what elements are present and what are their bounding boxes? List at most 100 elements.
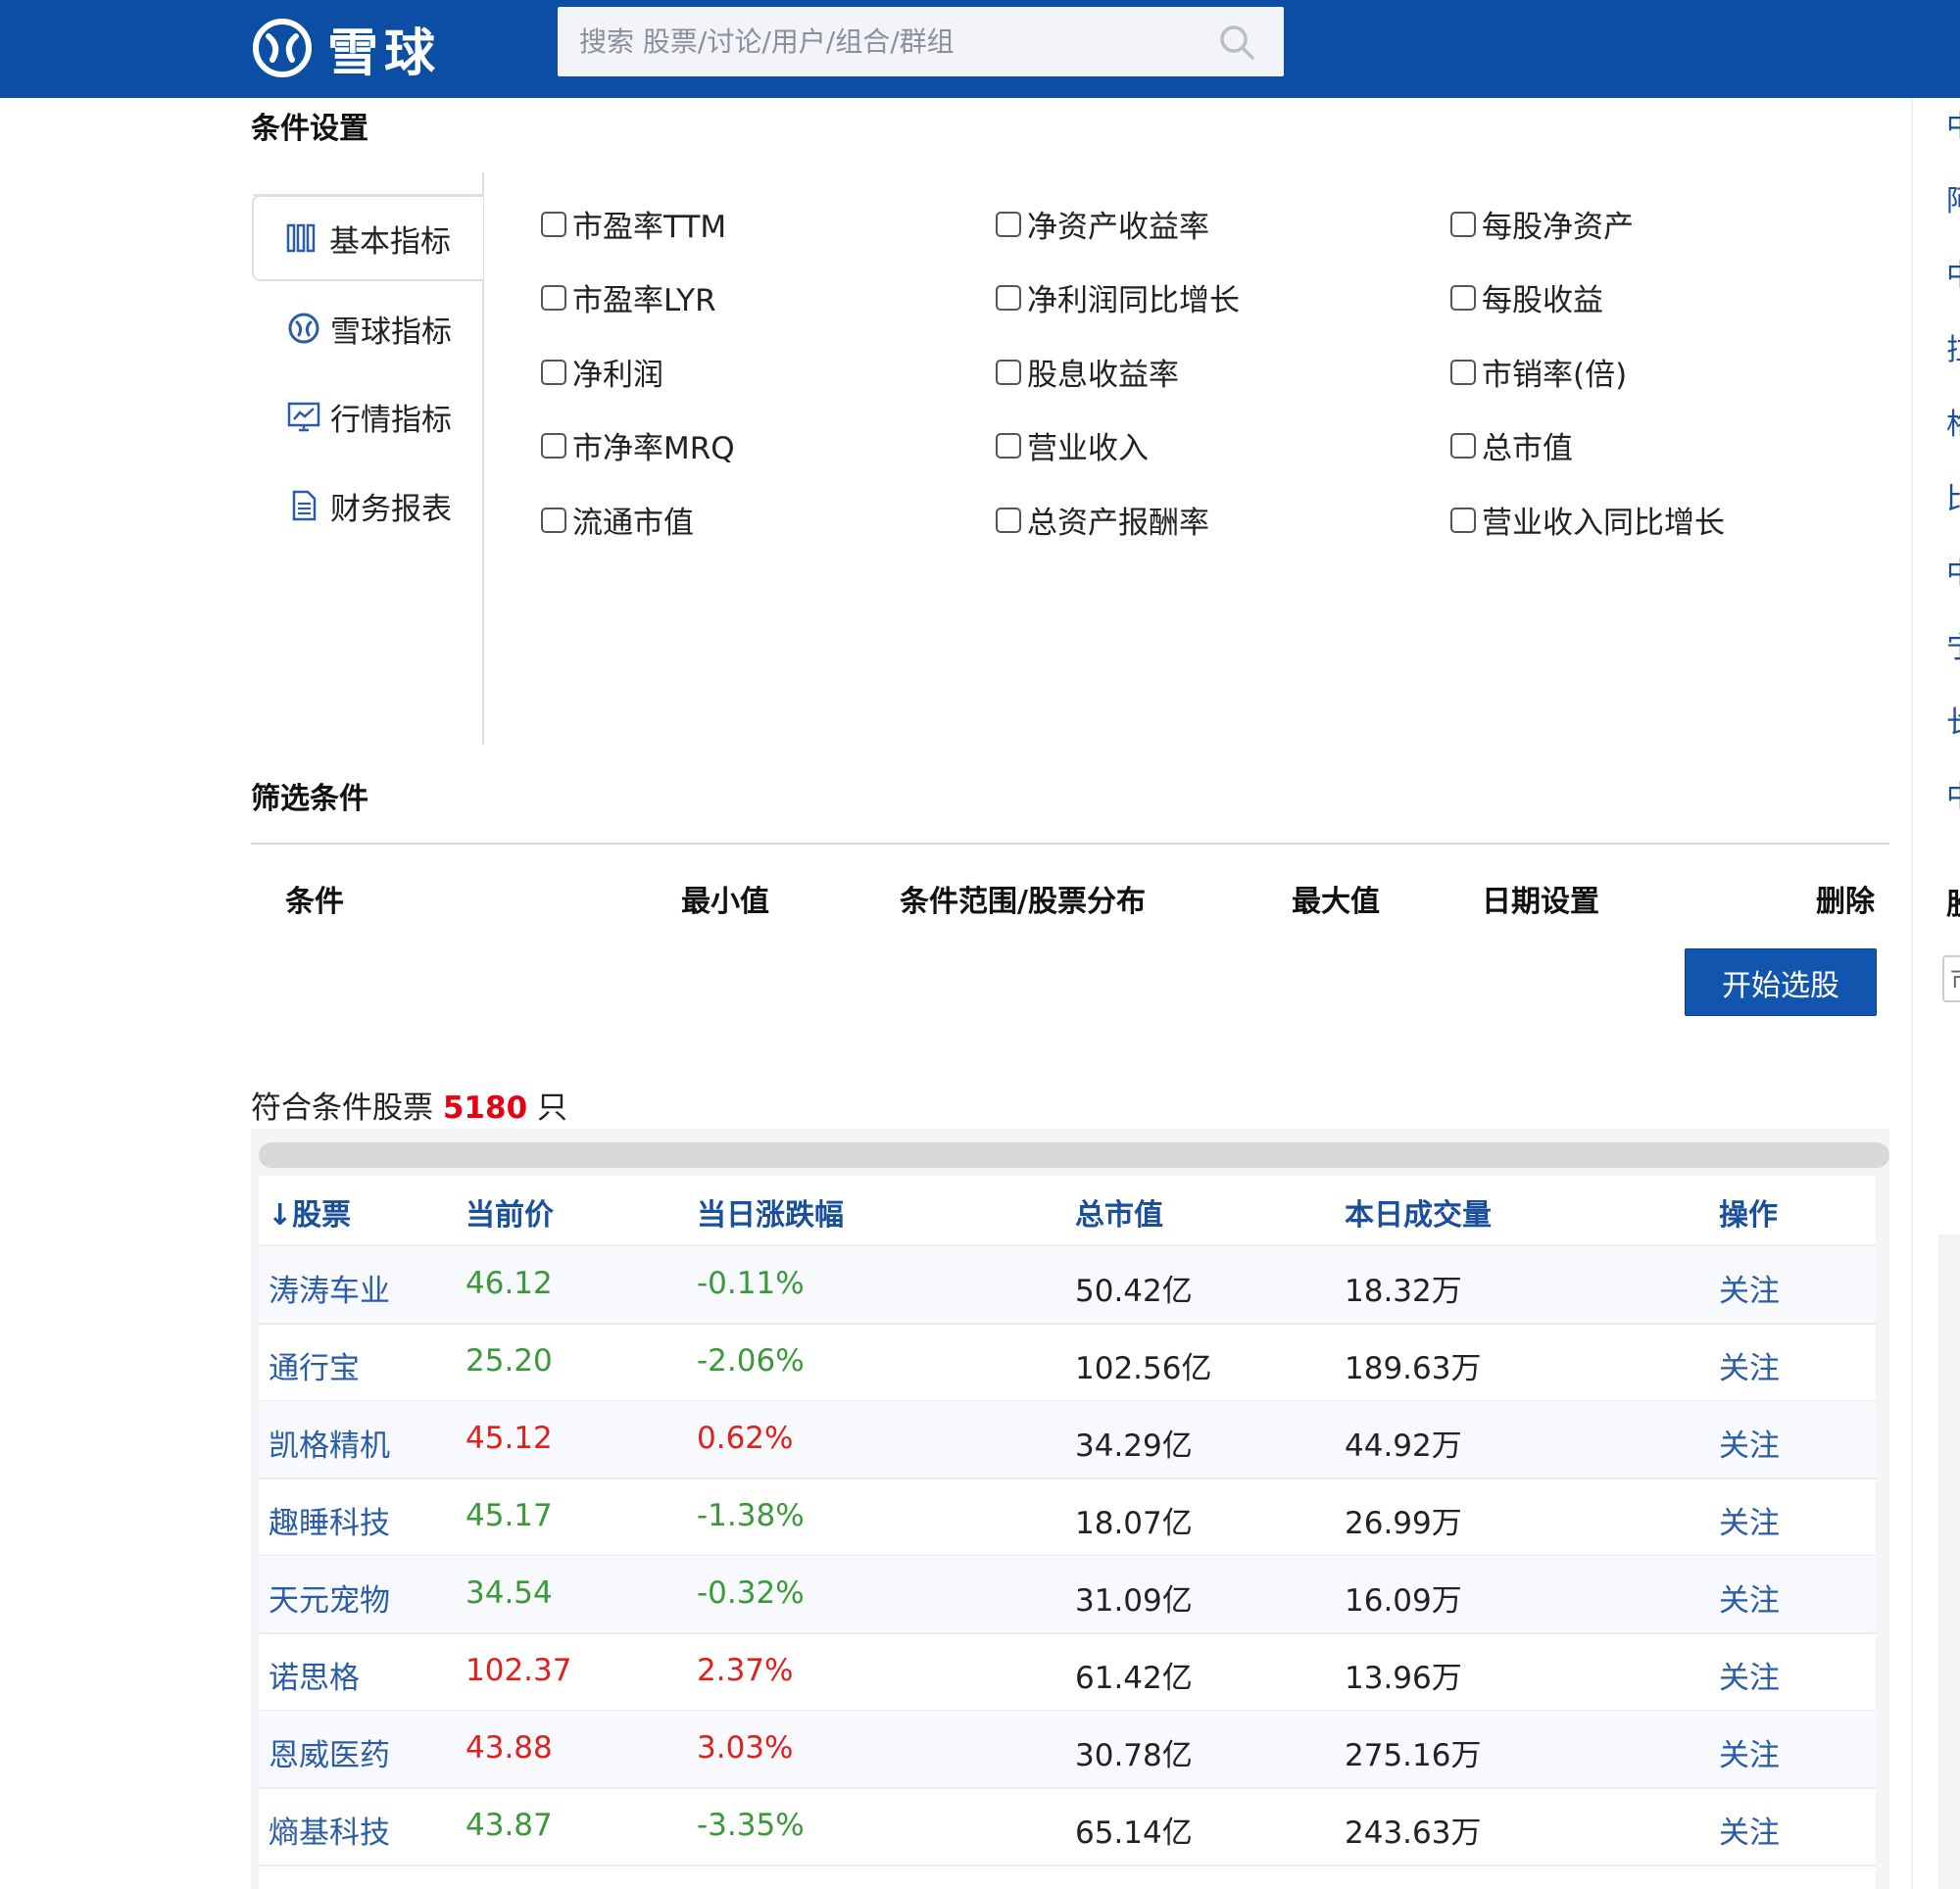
checkbox[interactable] [1450, 432, 1476, 459]
stock-name-link[interactable]: 通行宝 [269, 1343, 360, 1387]
tab-market-indicators[interactable]: 行情指标 [255, 374, 484, 459]
right-sidebar-link[interactable]: 中 [1946, 251, 1960, 294]
stock-volume: 26.99万 [1345, 1506, 1462, 1541]
checkbox[interactable] [541, 359, 566, 385]
stock-market-cap: 30.78亿 [1075, 1738, 1193, 1773]
follow-link[interactable]: 关注 [1719, 1808, 1780, 1852]
right-sidebar-link[interactable]: 比 [1946, 474, 1960, 517]
stock-volume: 18.32万 [1345, 1274, 1462, 1309]
condition-settings-title: 条件设置 [251, 112, 368, 146]
table-row: 天元宠物 34.54 -0.32% 31.09亿 16.09万 关注 [259, 1556, 1876, 1634]
follow-link[interactable]: 关注 [1719, 1343, 1780, 1387]
checkbox[interactable] [996, 432, 1021, 459]
indicator-checkbox-total-market-cap[interactable]: 总市值 [1450, 423, 1573, 467]
follow-link[interactable]: 关注 [1719, 1498, 1780, 1542]
stock-change: 2.37% [697, 1653, 794, 1688]
indicator-checkbox-roe[interactable]: 净资产收益率 [996, 202, 1209, 246]
search-icon[interactable] [1217, 23, 1256, 62]
tab-snowball-indicators[interactable]: 雪球指标 [255, 286, 484, 370]
checkbox[interactable] [1450, 211, 1476, 237]
indicator-checkbox-dividend-yield[interactable]: 股息收益率 [996, 350, 1179, 394]
indicator-checkbox-ps-ratio[interactable]: 市销率(倍) [1450, 350, 1627, 394]
follow-link[interactable]: 关注 [1719, 1653, 1780, 1697]
right-sidebar-link[interactable]: 宁 [1946, 623, 1960, 666]
indicator-checkbox-pb-mrq[interactable]: 市净率MRQ [541, 423, 735, 467]
right-sidebar-link[interactable]: 中 [1946, 772, 1960, 815]
horizontal-scrollbar[interactable] [259, 1142, 1889, 1168]
checkbox[interactable] [996, 507, 1021, 533]
start-screening-button[interactable]: 开始选股 [1685, 948, 1877, 1016]
checkbox[interactable] [541, 432, 566, 459]
table-row: 恩威医药 43.88 3.03% 30.78亿 275.16万 关注 [259, 1711, 1876, 1789]
follow-link[interactable]: 关注 [1719, 1266, 1780, 1310]
right-sidebar-link[interactable]: 格 [1946, 400, 1960, 443]
stock-volume: 44.92万 [1345, 1429, 1462, 1464]
indicator-checkbox-revenue[interactable]: 营业收入 [996, 423, 1149, 467]
search-box[interactable] [558, 7, 1284, 76]
indicator-checkbox-net-profit[interactable]: 净利润 [541, 350, 663, 394]
checkbox[interactable] [996, 359, 1021, 385]
stock-name-link[interactable]: 恩威医药 [269, 1730, 390, 1774]
stock-name-link[interactable]: 涛涛车业 [269, 1266, 390, 1310]
col-header-change[interactable]: 当日涨跌幅 [697, 1190, 844, 1234]
right-sidebar-heading: 股 [1946, 880, 1960, 923]
right-sidebar-link[interactable]: 阿 [1946, 176, 1960, 219]
stock-name-link[interactable]: 天元宠物 [269, 1575, 390, 1620]
col-header-action: 操作 [1719, 1198, 1778, 1233]
indicator-checkbox-revenue-yoy[interactable]: 营业收入同比增长 [1450, 498, 1725, 542]
checkbox[interactable] [996, 211, 1021, 237]
tab-label: 财务报表 [330, 491, 452, 527]
follow-link[interactable]: 关注 [1719, 1575, 1780, 1620]
right-sidebar-link[interactable]: 中 [1946, 102, 1960, 145]
stock-name-link[interactable]: 熵基科技 [269, 1808, 390, 1852]
site-logo[interactable]: 雪球 [251, 14, 441, 83]
tab-basic-indicators[interactable]: 基本指标 [252, 195, 483, 281]
col-header-stock[interactable]: ↓股票 [268, 1190, 351, 1234]
indicator-checkbox-pe-lyr[interactable]: 市盈率LYR [541, 275, 716, 319]
right-sidebar-link[interactable]: 长 [1946, 698, 1960, 741]
indicator-checkbox-net-profit-yoy[interactable]: 净利润同比增长 [996, 275, 1240, 319]
checkbox[interactable] [541, 507, 566, 533]
checkbox[interactable] [541, 284, 566, 311]
indicator-checkbox-pe-ttm[interactable]: 市盈率TTM [541, 202, 726, 246]
search-input[interactable] [558, 7, 1204, 76]
follow-link[interactable]: 关注 [1719, 1730, 1780, 1774]
table-row: 诺思格 102.37 2.37% 61.42亿 13.96万 关注 [259, 1633, 1876, 1712]
stock-price: 43.88 [466, 1730, 553, 1766]
tab-financial-reports[interactable]: 财务报表 [255, 463, 484, 548]
right-sidebar-link[interactable]: 中 [1946, 549, 1960, 592]
col-header-price[interactable]: 当前价 [466, 1190, 554, 1234]
indicator-checkbox-eps[interactable]: 每股收益 [1450, 275, 1603, 319]
stock-volume: 275.16万 [1345, 1738, 1482, 1773]
right-sidebar-card [1938, 1235, 1960, 1889]
table-row: 熵基科技 43.87 -3.35% 65.14亿 243.63万 关注 [259, 1788, 1876, 1866]
bar-grid-icon [286, 223, 316, 253]
stock-change: -0.11% [697, 1266, 805, 1301]
right-sidebar-link[interactable]: 拉 [1946, 325, 1960, 368]
indicator-checkbox-bvps[interactable]: 每股净资产 [1450, 202, 1634, 246]
result-count: 5180 [442, 1090, 528, 1126]
right-sidebar-divider [1911, 98, 1913, 1889]
follow-link[interactable]: 关注 [1719, 1421, 1780, 1465]
filter-col-condition: 条件 [285, 885, 344, 919]
col-header-market-cap[interactable]: 总市值 [1075, 1190, 1163, 1234]
indicator-checkbox-float-market-cap[interactable]: 流通市值 [541, 498, 694, 542]
checkbox[interactable] [541, 211, 566, 237]
checkbox[interactable] [1450, 359, 1476, 385]
stock-name-link[interactable]: 诺思格 [269, 1653, 360, 1697]
checkbox[interactable] [996, 284, 1021, 311]
stock-volume: 189.63万 [1345, 1351, 1482, 1386]
checkbox[interactable] [1450, 507, 1476, 533]
filter-conditions-title: 筛选条件 [251, 782, 368, 816]
stock-price: 34.54 [466, 1575, 553, 1611]
filter-col-date: 日期设置 [1482, 885, 1599, 919]
stock-market-cap: 102.56亿 [1075, 1351, 1212, 1386]
stock-price: 45.17 [466, 1498, 553, 1533]
stock-name-link[interactable]: 趣睡科技 [269, 1498, 390, 1542]
sort-down-arrow-icon[interactable]: ↓ [268, 1198, 292, 1233]
indicator-checkbox-roa[interactable]: 总资产报酬率 [996, 498, 1209, 542]
stock-name-link[interactable]: 凯格精机 [269, 1421, 390, 1465]
col-header-volume[interactable]: 本日成交量 [1345, 1190, 1492, 1234]
checkbox[interactable] [1450, 284, 1476, 311]
filter-col-max: 最大值 [1292, 885, 1380, 919]
